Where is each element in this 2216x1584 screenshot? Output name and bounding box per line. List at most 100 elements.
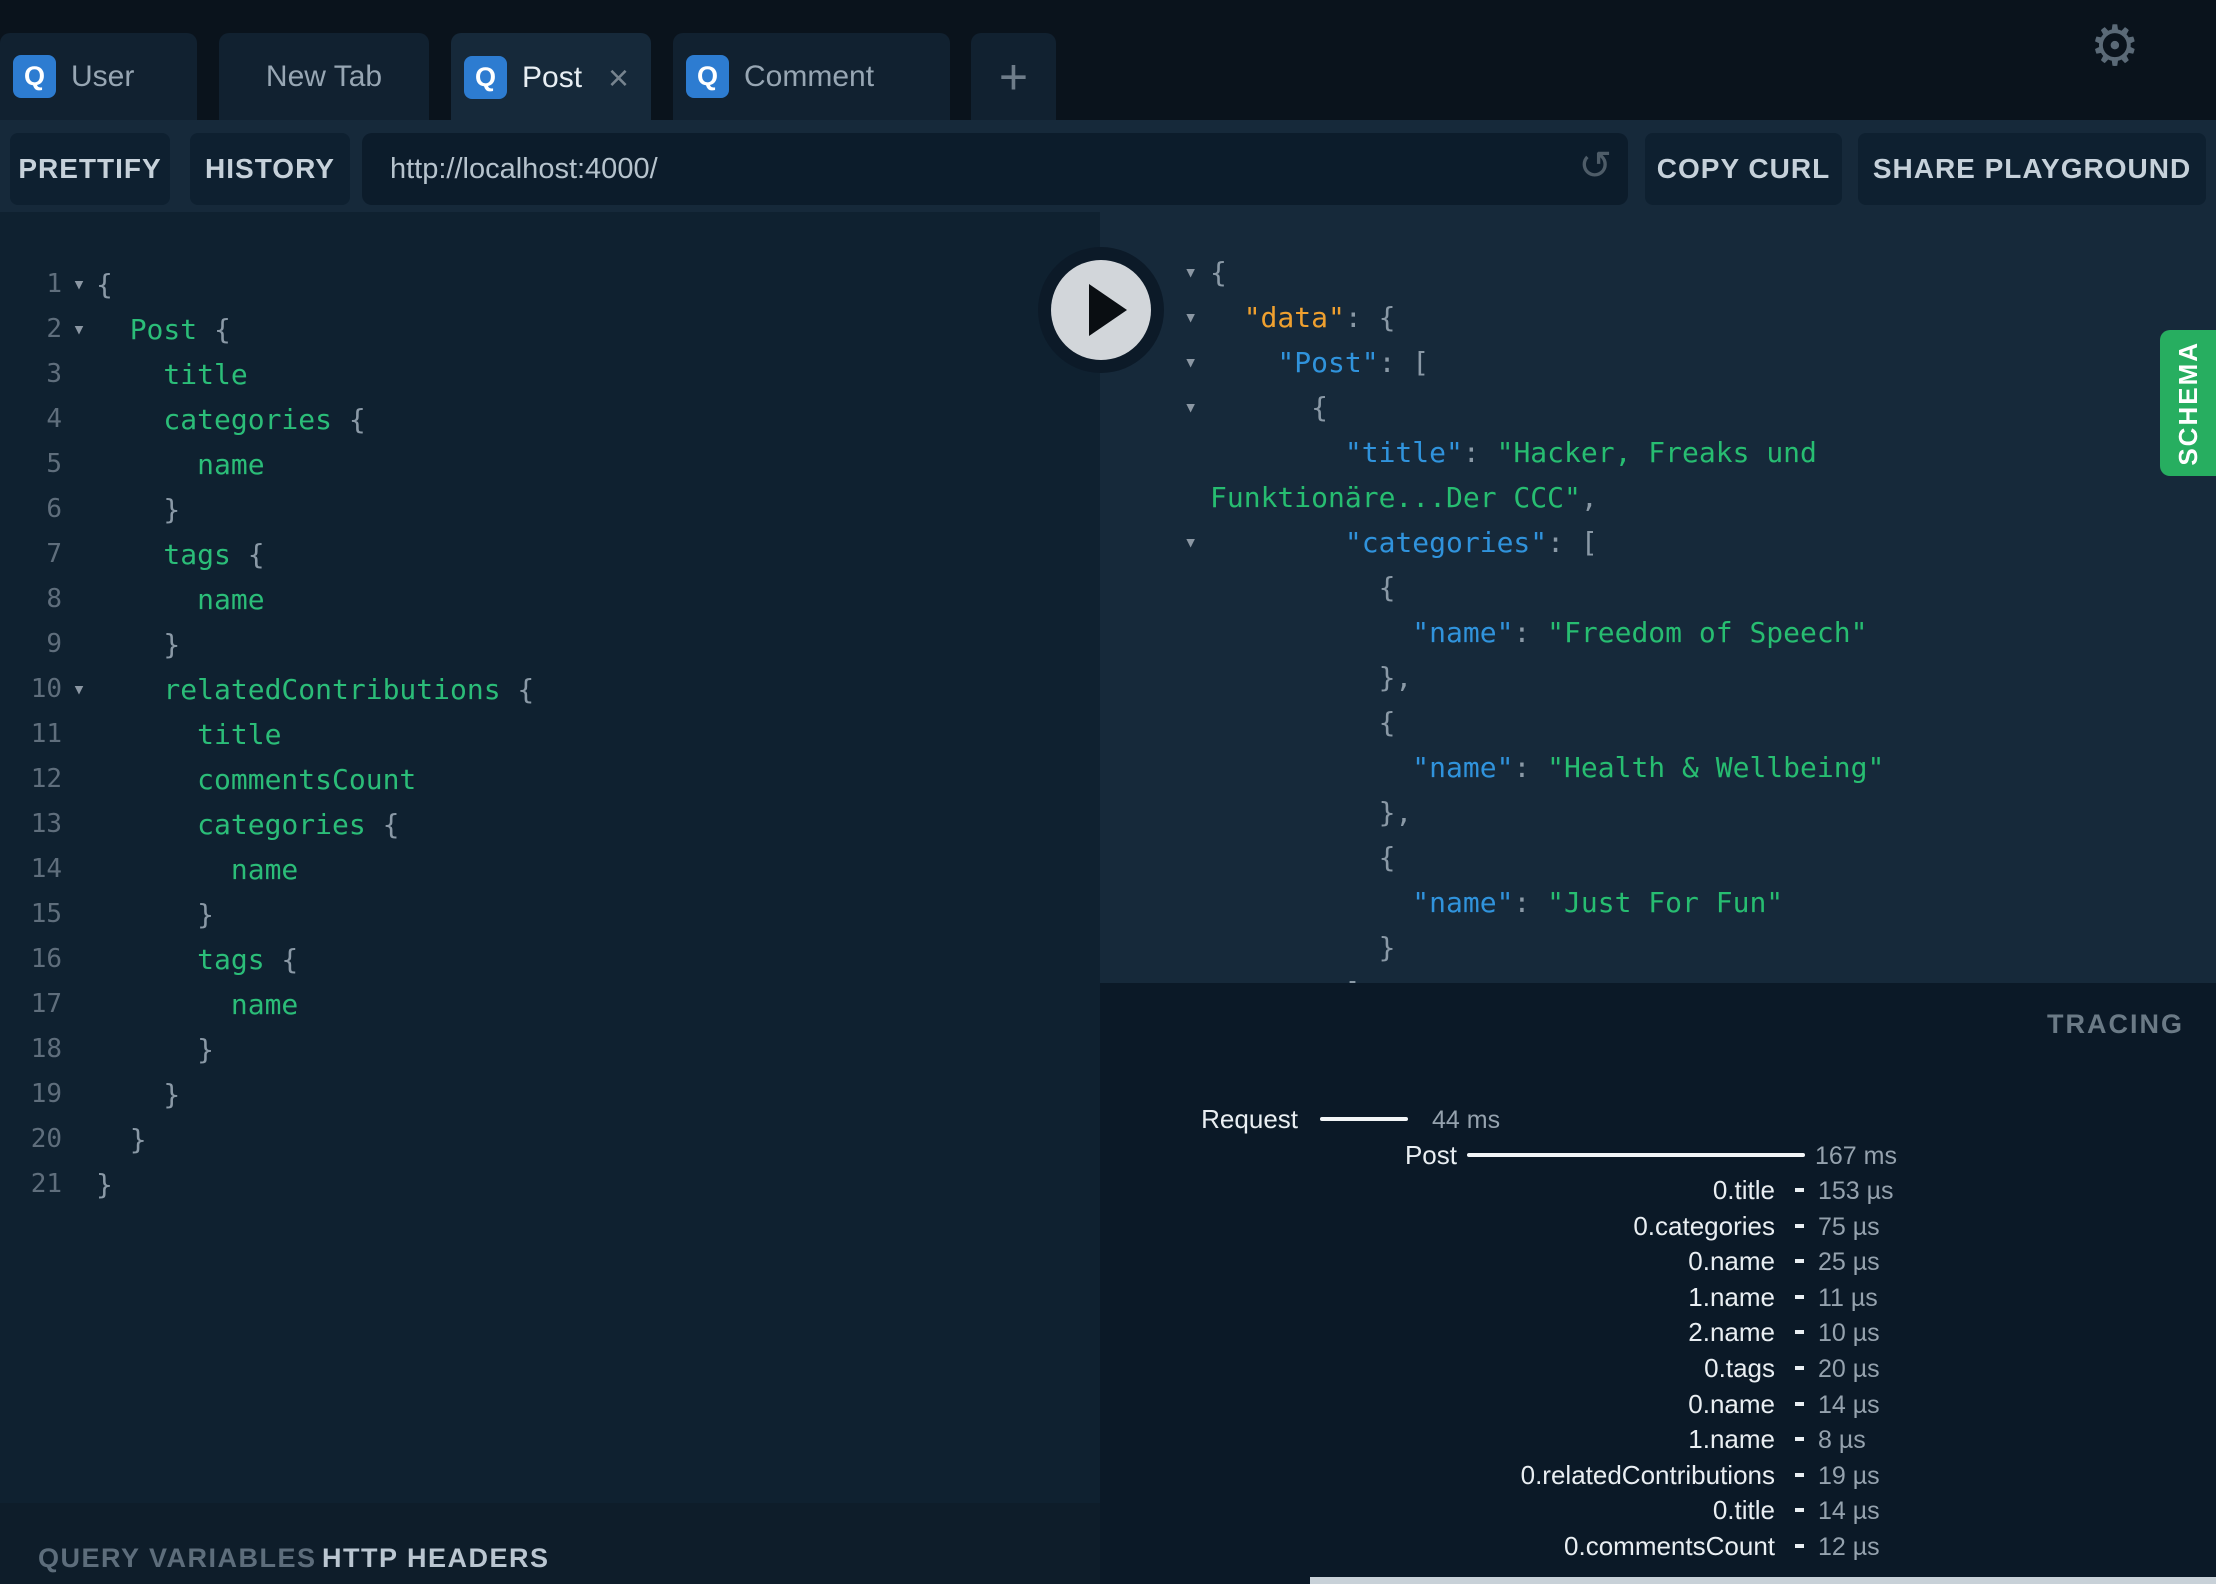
editor-line: 20} — [0, 1117, 1100, 1162]
query-field: name — [197, 448, 265, 481]
tab-label: Post — [522, 60, 583, 94]
trace-duration: 8 µs — [1818, 1426, 1866, 1454]
url-input[interactable] — [362, 133, 1628, 205]
line-number: 10 — [30, 674, 62, 704]
close-tab-icon[interactable]: × — [608, 59, 629, 96]
prettify-button[interactable]: PRETTIFY — [10, 133, 170, 205]
trace-duration-dash — [1795, 1544, 1804, 1548]
response-line: }, — [1184, 655, 2216, 700]
fold-arrow-icon — [1184, 880, 1210, 925]
execute-query-button[interactable] — [1038, 247, 1164, 373]
trace-label: 0.relatedContributions — [1520, 1460, 1775, 1490]
settings-gear-icon[interactable]: ⚙ — [2090, 14, 2140, 79]
copy-curl-button[interactable]: COPY CURL — [1645, 133, 1842, 205]
tracing-horizontal-scrollbar[interactable] — [1310, 1577, 2216, 1584]
trace-row: 2.name 10 µs — [1100, 1317, 2216, 1347]
line-number: 21 — [30, 1169, 62, 1199]
trace-duration-dash — [1795, 1330, 1804, 1334]
punctuation: } — [163, 1078, 181, 1111]
trace-label: 0.name — [1688, 1389, 1775, 1419]
trace-duration-dash — [1795, 1508, 1804, 1512]
trace-duration-dash — [1795, 1224, 1804, 1228]
fold-arrow-icon[interactable]: ▾ — [1184, 340, 1210, 385]
fold-arrow-icon[interactable]: ▾ — [1184, 295, 1210, 340]
reload-icon[interactable]: ↺ — [1578, 143, 1612, 189]
editor-line: 15} — [0, 892, 1100, 937]
query-editor[interactable]: 1 ▾{ 2 ▾ Post { 3 title 4 categories { 5 name … — [0, 212, 1100, 1503]
punctuation: { — [365, 808, 400, 841]
punctuation: { — [264, 943, 299, 976]
trace-label: 1.name — [1688, 1282, 1775, 1312]
trace-row: Request 44 ms — [1100, 1104, 2216, 1134]
json-key: "name" — [1412, 616, 1514, 649]
fold-arrow-icon — [62, 1027, 96, 1072]
query-field: title — [197, 718, 282, 751]
punctuation: } — [197, 898, 214, 931]
query-field: title — [163, 358, 248, 391]
response-line: { — [1184, 835, 2216, 880]
line-number: 17 — [30, 989, 62, 1019]
json-value: Funktionäre...Der CCC" — [1210, 481, 1581, 514]
fold-arrow-icon[interactable]: ▾ — [62, 307, 96, 352]
json-value: "Health & Wellbeing" — [1547, 751, 1885, 784]
fold-arrow-icon — [62, 622, 96, 667]
query-field: tags — [197, 943, 265, 976]
fold-arrow-icon — [62, 397, 96, 442]
response-line: "name": "Health & Wellbeing" — [1184, 745, 2216, 790]
trace-duration-dash — [1795, 1295, 1804, 1299]
trace-duration: 75 µs — [1818, 1213, 1880, 1241]
json-key: "Post" — [1277, 346, 1379, 379]
tab-post[interactable]: Q Post × — [451, 33, 651, 122]
fold-arrow-icon — [62, 1072, 96, 1117]
line-number: 20 — [30, 1124, 62, 1154]
tab-new-tab[interactable]: New Tab — [219, 33, 429, 120]
trace-row: 1.name 11 µs — [1100, 1282, 2216, 1312]
fold-arrow-icon[interactable]: ▾ — [62, 667, 96, 712]
editor-line: 18} — [0, 1027, 1100, 1072]
tab-comment[interactable]: Q Comment — [673, 33, 950, 120]
editor-line: 3 title — [0, 352, 1100, 397]
plus-icon: + — [998, 48, 1029, 105]
tab-user[interactable]: Q User — [0, 33, 197, 120]
query-field: relatedContributions — [163, 673, 501, 706]
trace-duration: 167 ms — [1815, 1142, 1897, 1170]
editor-line: 17 name — [0, 982, 1100, 1027]
fold-arrow-icon[interactable]: ▾ — [1184, 385, 1210, 430]
query-variables-tab[interactable]: QUERY VARIABLES — [38, 1543, 317, 1574]
trace-duration-dash — [1795, 1188, 1804, 1192]
response-line: ▾ "data": { — [1184, 295, 2216, 340]
fold-arrow-icon[interactable]: ▾ — [62, 262, 96, 307]
line-number: 18 — [30, 1034, 62, 1064]
json-value: "Hacker, Freaks und — [1496, 436, 1817, 469]
query-field: name — [230, 853, 299, 886]
editor-line: 1 ▾{ — [0, 262, 1100, 307]
trace-row: 0.categories 75 µs — [1100, 1211, 2216, 1241]
editor-line: 21} — [0, 1162, 1100, 1207]
trace-row: Post 167 ms — [1100, 1140, 2216, 1170]
fold-arrow-icon — [1184, 430, 1210, 475]
line-number: 15 — [30, 899, 62, 929]
schema-tab[interactable]: SCHEMA — [2160, 330, 2216, 476]
response-line: { — [1184, 565, 2216, 610]
tracing-title[interactable]: TRACING — [2047, 1009, 2184, 1040]
add-tab-button[interactable]: + — [971, 33, 1056, 120]
fold-arrow-icon[interactable]: ▾ — [1184, 250, 1210, 295]
fold-arrow-icon[interactable]: ▾ — [1184, 520, 1210, 565]
history-button[interactable]: HISTORY — [190, 133, 350, 205]
share-playground-button[interactable]: SHARE PLAYGROUND — [1858, 133, 2206, 205]
response-line: }, — [1184, 790, 2216, 835]
tab-label: User — [71, 59, 135, 93]
fold-arrow-icon — [62, 712, 96, 757]
fold-arrow-icon — [1184, 475, 1210, 520]
query-field: commentsCount — [197, 763, 417, 796]
http-headers-tab[interactable]: HTTP HEADERS — [322, 1543, 550, 1574]
line-number: 6 — [46, 494, 62, 524]
line-number: 11 — [30, 719, 62, 749]
line-number: 2 — [46, 314, 62, 344]
line-number: 4 — [46, 404, 62, 434]
punctuation: { — [197, 313, 231, 346]
json-key: "data" — [1243, 301, 1345, 334]
response-line: ▾{ — [1184, 250, 2216, 295]
fold-arrow-icon — [62, 1162, 96, 1207]
line-number: 1 — [46, 269, 62, 299]
